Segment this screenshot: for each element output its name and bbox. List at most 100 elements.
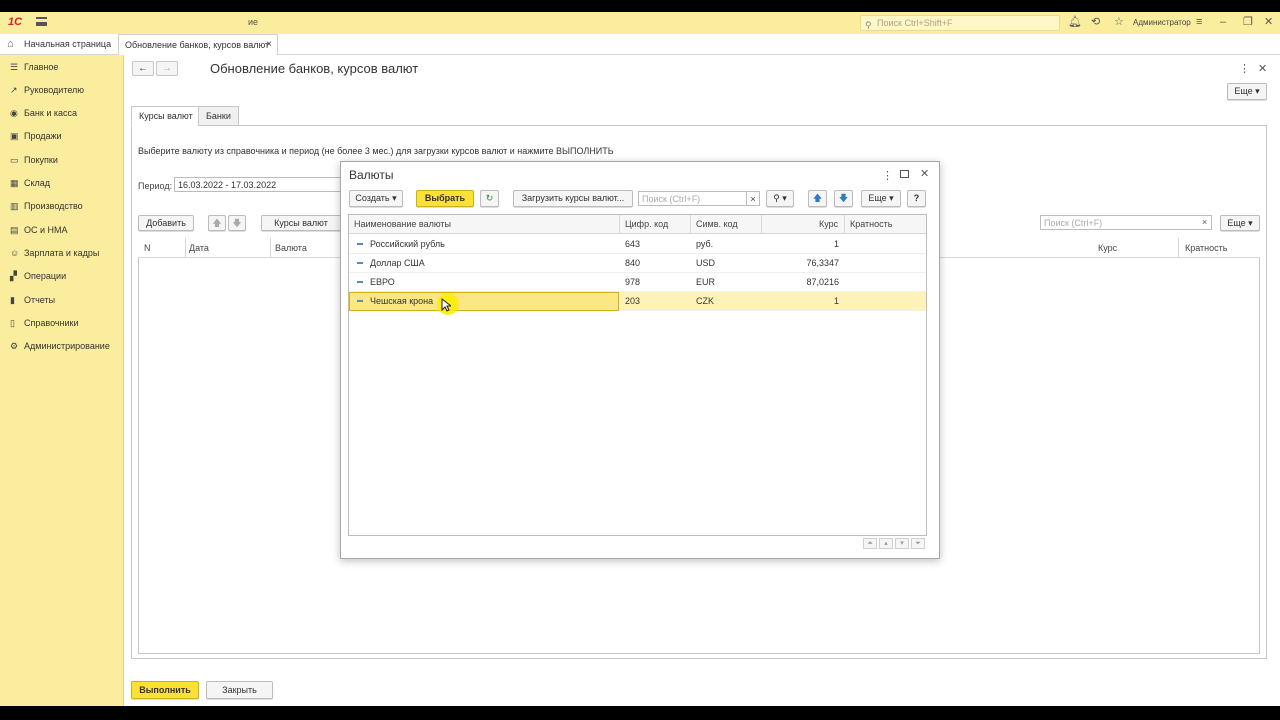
dialog-more-label: Еще — [868, 193, 887, 203]
home-icon[interactable]: ⌂ — [7, 38, 14, 50]
sidebar-item-label: ОС и НМА — [24, 225, 68, 235]
dialog-more-button[interactable]: Еще ▾ — [861, 190, 901, 207]
cell-name: ЕВРО — [370, 277, 395, 287]
sidebar-item-assets[interactable]: ▤ ОС и НМА — [10, 225, 122, 239]
col-multiplicity[interactable]: Кратность — [1185, 243, 1227, 253]
star-icon[interactable]: ☆ — [1114, 16, 1124, 28]
settings-lines-icon[interactable]: ≡ — [1196, 16, 1202, 28]
sidebar-item-warehouse[interactable]: ▦ Склад — [10, 178, 122, 192]
more-button[interactable]: Еще ▾ — [1227, 83, 1267, 100]
sidebar-item-reports[interactable]: ▮ Отчеты — [10, 295, 122, 309]
search-options-icon[interactable]: ⚲ ▾ — [766, 190, 794, 207]
add-button[interactable]: Добавить — [138, 215, 194, 231]
table-row-selected[interactable]: Чешская крона 203 CZK 1 — [349, 292, 926, 311]
factory-icon: ▥ — [10, 201, 19, 211]
col-currency[interactable]: Валюта — [275, 243, 307, 253]
move-down-icon[interactable]: 🡇 — [834, 190, 853, 207]
top-bar — [0, 12, 1280, 34]
global-search-placeholder: Поиск Ctrl+Shift+F — [877, 18, 953, 28]
cell-rate: 76,3347 — [806, 258, 839, 268]
scroll-down-icon[interactable]: ▾ — [895, 538, 909, 549]
cell-numcode: 203 — [625, 296, 641, 306]
hamburger-menu-icon[interactable] — [36, 17, 47, 26]
col-date[interactable]: Дата — [189, 243, 209, 253]
col-name[interactable]: Наименование валюты — [354, 219, 451, 229]
clear-search-icon[interactable]: × — [746, 191, 760, 206]
close-tab-icon[interactable]: × — [266, 39, 272, 50]
minimize-icon[interactable]: – — [1220, 16, 1226, 28]
forward-button[interactable]: → — [156, 61, 178, 76]
rates-button[interactable]: Курсы валют — [261, 215, 341, 231]
col-numcode[interactable]: Цифр. код — [625, 219, 668, 229]
move-up-icon[interactable]: 🡅 — [208, 215, 226, 231]
sidebar-item-manager[interactable]: ↗ Руководителю — [10, 85, 122, 99]
more2-button[interactable]: Еще ▾ — [1220, 215, 1260, 231]
dialog-close-icon[interactable]: ✕ — [920, 167, 929, 180]
sidebar-item-label: Справочники — [24, 318, 79, 328]
tab-bank-rates-update[interactable]: Обновление банков, курсов валют × — [118, 34, 278, 55]
execute-button[interactable]: Выполнить — [131, 681, 199, 699]
window-title: ие — [248, 17, 259, 27]
sidebar-item-purchases[interactable]: ▭ Покупки — [10, 155, 122, 169]
scroll-top-icon[interactable]: ⏶ — [863, 538, 877, 549]
cell-numcode: 840 — [625, 258, 641, 268]
table-row[interactable]: Российский рубль 643 руб. 1 — [349, 235, 926, 254]
table-row[interactable]: Доллар США 840 USD 76,3347 — [349, 254, 926, 273]
user-name[interactable]: Администратор — [1133, 18, 1191, 27]
select-button[interactable]: Выбрать — [416, 190, 474, 207]
close-window-icon[interactable]: ✕ — [1264, 16, 1273, 28]
sidebar-item-sales[interactable]: ▣ Продажи — [10, 131, 122, 145]
dialog-menu-icon[interactable]: ⋮ — [882, 169, 893, 182]
col-multiplicity[interactable]: Кратность — [850, 219, 892, 229]
cell-name: Доллар США — [370, 258, 425, 268]
move-up-icon[interactable]: 🡅 — [808, 190, 827, 207]
tab-home[interactable]: Начальная страница — [24, 39, 111, 49]
trend-icon: ↗ — [10, 85, 18, 95]
dialog-title: Валюты — [349, 168, 394, 182]
sidebar-item-label: Операции — [24, 271, 67, 281]
col-rate[interactable]: Курс — [819, 219, 838, 229]
col-symcode[interactable]: Симв. код — [696, 219, 738, 229]
maximize-icon[interactable] — [900, 170, 909, 178]
bell-icon[interactable]: 🔔︎ — [1068, 16, 1082, 28]
item-marker-icon — [357, 300, 363, 302]
col-rate[interactable]: Курс — [1098, 243, 1117, 253]
tab-currency-rates[interactable]: Курсы валют — [131, 106, 201, 126]
back-button[interactable]: ← — [132, 61, 154, 76]
menu-icon: ☰ — [10, 62, 19, 72]
load-rates-button[interactable]: Загрузить курсы валют... — [513, 190, 633, 207]
col-n[interactable]: N — [144, 243, 151, 253]
form-menu-icon[interactable]: ⋮ — [1239, 62, 1250, 75]
sidebar-item-label: Руководителю — [24, 85, 85, 95]
rates-search-input[interactable]: Поиск (Ctrl+F) — [1040, 215, 1212, 230]
more2-label: Еще — [1227, 218, 1246, 228]
cell-rate: 1 — [833, 239, 839, 249]
sidebar-item-catalogs[interactable]: ▯ Справочники — [10, 318, 122, 332]
period-input[interactable]: 16.03.2022 - 17.03.2022 — [174, 177, 344, 192]
sidebar-item-production[interactable]: ▥ Производство — [10, 201, 122, 215]
help-button[interactable]: ? — [907, 190, 926, 207]
sidebar-item-bank[interactable]: ◉ Банк и касса — [10, 108, 122, 122]
scroll-up-icon[interactable]: ▴ — [879, 538, 893, 549]
dialog-search-input[interactable]: Поиск (Ctrl+F) — [638, 191, 750, 206]
scroll-bottom-icon[interactable]: ⏷ — [911, 538, 925, 549]
history-icon[interactable]: ⟲ — [1091, 16, 1100, 28]
table-row[interactable]: ЕВРО 978 EUR 87,0216 — [349, 273, 926, 292]
create-button[interactable]: Создать ▾ — [349, 190, 403, 207]
tab-banks[interactable]: Банки — [198, 106, 239, 126]
cell-numcode: 643 — [625, 239, 641, 249]
col-divider — [619, 215, 620, 234]
global-search-input[interactable]: ⚲ Поиск Ctrl+Shift+F — [860, 15, 1060, 31]
sidebar-item-admin[interactable]: ⚙ Администрирование — [10, 341, 122, 355]
form-close-icon[interactable]: ✕ — [1258, 62, 1267, 75]
clear-search-icon[interactable]: × — [1202, 217, 1207, 227]
sidebar-item-main[interactable]: ☰ Главное — [10, 62, 122, 76]
sidebar-item-operations[interactable]: ▞ Операции — [10, 271, 122, 285]
restore-icon[interactable]: ❐ — [1243, 16, 1253, 28]
1c-logo[interactable]: 1С — [8, 16, 22, 28]
refresh-icon[interactable]: ↻ — [480, 190, 499, 207]
move-down-icon[interactable]: 🡇 — [228, 215, 246, 231]
close-button[interactable]: Закрыть — [206, 681, 273, 699]
sidebar-item-salary[interactable]: ☺ Зарплата и кадры — [10, 248, 122, 262]
cell-symcode: EUR — [696, 277, 716, 287]
